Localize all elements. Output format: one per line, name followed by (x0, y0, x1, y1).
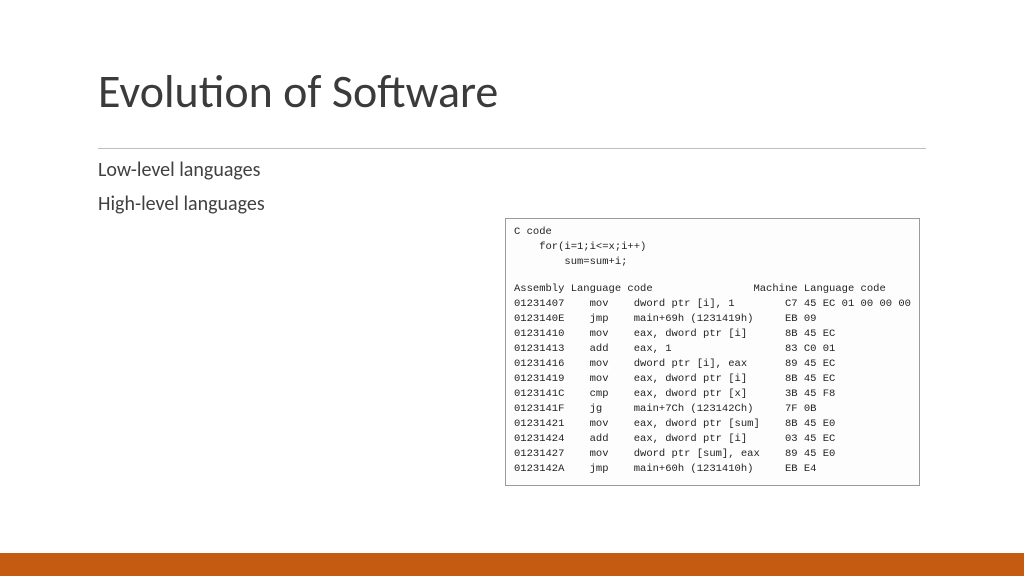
slide-title: Evolution of Software (98, 64, 498, 120)
asm-row: 01231419 mov eax, dword ptr [i] 8B 45 EC (514, 372, 911, 387)
asm-row: 01231413 add eax, 1 83 C0 01 (514, 342, 911, 357)
asm-row: 01231416 mov dword ptr [i], eax 89 45 EC (514, 357, 911, 372)
c-code-line: sum=sum+i; (514, 255, 911, 270)
code-comparison-box: C code for(i=1;i<=x;i++) sum=sum+i; Asse… (505, 218, 920, 486)
asm-row: 0123141F jg main+7Ch (123142Ch) 7F 0B (514, 402, 911, 417)
bullet-low-level: Low-level languages (98, 158, 260, 182)
c-code-line: for(i=1;i<=x;i++) (514, 240, 911, 255)
footer-accent-bar (0, 558, 1024, 576)
asm-row: 01231424 add eax, dword ptr [i] 03 45 EC (514, 432, 911, 447)
c-code-header: C code (514, 225, 911, 240)
bullet-high-level: High-level languages (98, 192, 265, 216)
asm-row: 01231421 mov eax, dword ptr [sum] 8B 45 … (514, 417, 911, 432)
asm-row: 0123140E jmp main+69h (1231419h) EB 09 (514, 312, 911, 327)
asm-row: 01231427 mov dword ptr [sum], eax 89 45 … (514, 447, 911, 462)
asm-row: 0123142A jmp main+60h (1231410h) EB E4 (514, 462, 911, 477)
asm-row: 01231407 mov dword ptr [i], 1 C7 45 EC 0… (514, 297, 911, 312)
title-underline (98, 148, 926, 149)
asm-row: 0123141C cmp eax, dword ptr [x] 3B 45 F8 (514, 387, 911, 402)
slide: Evolution of Software Low-level language… (0, 0, 1024, 576)
asm-header-row: Assembly Language code Machine Language … (514, 282, 911, 297)
asm-row: 01231410 mov eax, dword ptr [i] 8B 45 EC (514, 327, 911, 342)
